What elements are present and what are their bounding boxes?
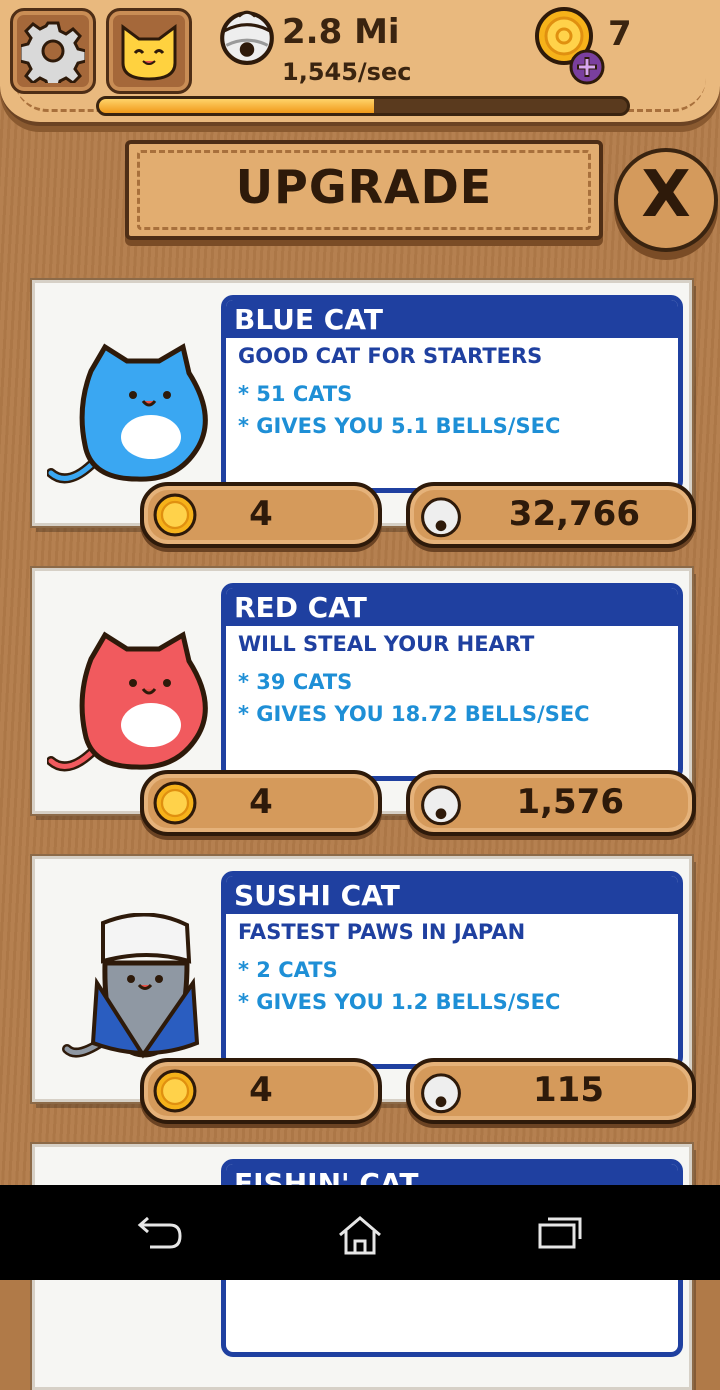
bell-icon xyxy=(421,1073,461,1114)
cat-count: * 51 CATS xyxy=(238,382,353,406)
buy-with-coins-button[interactable]: 4 xyxy=(140,770,382,836)
plus-icon[interactable] xyxy=(568,48,606,86)
settings-button[interactable] xyxy=(10,8,96,94)
buy-with-bells-button[interactable]: 115 xyxy=(406,1058,696,1124)
sushi-cat-image xyxy=(62,913,200,1059)
info-panel: SUSHI CAT FASTEST PAWS IN JAPAN * 2 CATS… xyxy=(221,871,683,1069)
system-nav-bar xyxy=(0,1185,720,1280)
cat-count: * 2 CATS xyxy=(238,958,338,982)
buy-with-coins-button[interactable]: 4 xyxy=(140,1058,382,1124)
bells-total: 2.8 Mi xyxy=(282,12,400,52)
progress-fill xyxy=(99,99,374,113)
close-icon: X xyxy=(641,158,691,232)
cat-rate: * GIVES YOU 1.2 BELLS/SEC xyxy=(238,990,561,1014)
buy-with-bells-button[interactable]: 32,766 xyxy=(406,482,696,548)
coin-price: 4 xyxy=(249,782,273,822)
cat-rate: * GIVES YOU 18.72 BELLS/SEC xyxy=(238,702,590,726)
bell-icon xyxy=(421,785,461,826)
buy-with-coins-button[interactable]: 4 xyxy=(140,482,382,548)
page-title: UPGRADE xyxy=(235,160,493,214)
cat-face-icon xyxy=(121,24,177,81)
info-panel: RED CAT WILL STEAL YOUR HEART * 39 CATS … xyxy=(221,583,683,781)
cat-description: WILL STEAL YOUR HEART xyxy=(238,632,535,656)
cat-collection-button[interactable] xyxy=(106,8,192,94)
back-icon[interactable] xyxy=(136,1215,184,1251)
bell-price: 115 xyxy=(533,1070,604,1110)
bells-rate: 1,545/sec xyxy=(282,58,412,86)
cat-description: GOOD CAT FOR STARTERS xyxy=(238,344,543,368)
home-icon[interactable] xyxy=(336,1215,384,1255)
title-board: UPGRADE xyxy=(125,140,603,240)
cat-count: * 39 CATS xyxy=(238,670,353,694)
red-cat-image xyxy=(47,631,208,772)
bell-price: 32,766 xyxy=(508,494,640,534)
progress-bar xyxy=(96,96,630,116)
buy-with-bells-button[interactable]: 1,576 xyxy=(406,770,696,836)
bell-icon xyxy=(421,497,461,538)
bell-icon xyxy=(220,10,274,65)
cat-description: FASTEST PAWS IN JAPAN xyxy=(238,920,526,944)
info-panel: BLUE CAT GOOD CAT FOR STARTERS * 51 CATS… xyxy=(221,295,683,493)
cat-name: SUSHI CAT xyxy=(226,876,678,914)
recents-icon[interactable] xyxy=(536,1215,584,1251)
blue-cat-image xyxy=(47,343,208,484)
coin-price: 4 xyxy=(249,1070,273,1110)
coin-count: 7 xyxy=(608,14,632,54)
close-button[interactable]: X xyxy=(614,148,718,252)
cat-rate: * GIVES YOU 5.1 BELLS/SEC xyxy=(238,414,561,438)
bell-price: 1,576 xyxy=(516,782,624,822)
cat-name: RED CAT xyxy=(226,588,678,626)
gear-icon xyxy=(21,21,85,83)
coin-price: 4 xyxy=(249,494,273,534)
cat-name: BLUE CAT xyxy=(226,300,678,338)
